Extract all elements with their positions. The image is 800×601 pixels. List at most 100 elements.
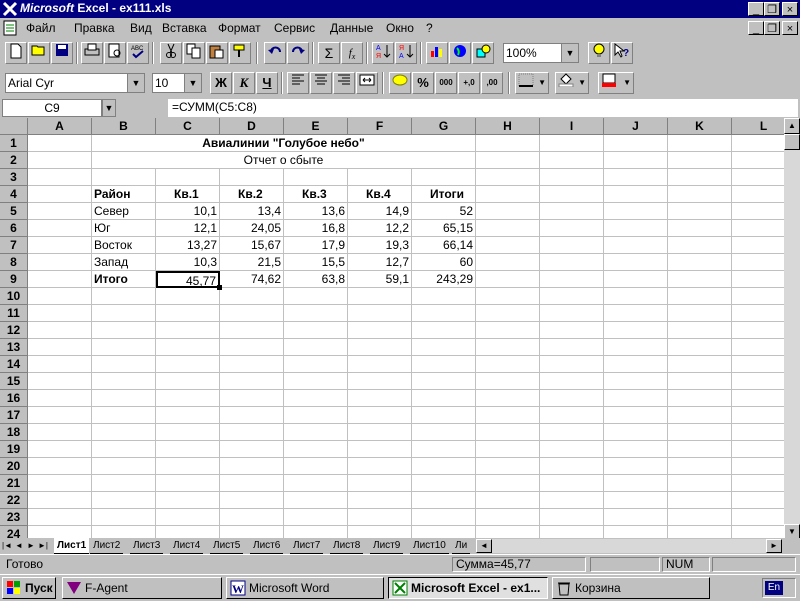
cell-I10[interactable] bbox=[540, 288, 604, 305]
cell-D11[interactable] bbox=[220, 305, 284, 322]
cell-K20[interactable] bbox=[668, 458, 732, 475]
cell-H9[interactable] bbox=[476, 271, 540, 288]
cell-L5[interactable] bbox=[732, 203, 784, 220]
cell-G16[interactable] bbox=[412, 390, 476, 407]
row-header[interactable]: 13 bbox=[0, 339, 28, 356]
menu-insert[interactable]: Вставка bbox=[162, 21, 207, 35]
cell-I13[interactable] bbox=[540, 339, 604, 356]
cell-D3[interactable] bbox=[220, 169, 284, 186]
column-header[interactable]: L bbox=[732, 118, 784, 135]
cell-G19[interactable] bbox=[412, 441, 476, 458]
cut-button[interactable] bbox=[160, 42, 182, 64]
cell-I3[interactable] bbox=[540, 169, 604, 186]
cell-J20[interactable] bbox=[604, 458, 668, 475]
restore-button[interactable]: ❐ bbox=[764, 2, 780, 16]
cell-D19[interactable] bbox=[220, 441, 284, 458]
menu-edit[interactable]: Правка bbox=[74, 21, 115, 35]
sheet-tab[interactable]: Лист8 bbox=[330, 538, 364, 554]
cell-F4[interactable]: Кв.4 bbox=[348, 186, 412, 203]
row-header[interactable]: 2 bbox=[0, 152, 28, 169]
cell-C24[interactable] bbox=[156, 526, 220, 538]
cell-B7[interactable]: Восток bbox=[92, 237, 156, 254]
cell-B4[interactable]: Район bbox=[92, 186, 156, 203]
copy-button[interactable] bbox=[183, 42, 205, 64]
cell-F22[interactable] bbox=[348, 492, 412, 509]
last-sheet-button[interactable]: ►| bbox=[38, 538, 48, 554]
cell-G4[interactable]: Итоги bbox=[412, 186, 476, 203]
cell-K11[interactable] bbox=[668, 305, 732, 322]
zoom-select[interactable]: 100% ▼ bbox=[503, 43, 579, 63]
cell-B14[interactable] bbox=[92, 356, 156, 373]
cell-K7[interactable] bbox=[668, 237, 732, 254]
cell-K18[interactable] bbox=[668, 424, 732, 441]
cell-J10[interactable] bbox=[604, 288, 668, 305]
row-header[interactable]: 5 bbox=[0, 203, 28, 220]
cell-A3[interactable] bbox=[28, 169, 92, 186]
cell-A8[interactable] bbox=[28, 254, 92, 271]
cell-D5[interactable]: 13,4 bbox=[220, 203, 284, 220]
cell-J1[interactable] bbox=[604, 135, 668, 152]
cell-L4[interactable] bbox=[732, 186, 784, 203]
cell-K14[interactable] bbox=[668, 356, 732, 373]
redo-button[interactable] bbox=[287, 42, 309, 64]
cell-D9[interactable]: 74,62 bbox=[220, 271, 284, 288]
cell-F14[interactable] bbox=[348, 356, 412, 373]
cell-B3[interactable] bbox=[92, 169, 156, 186]
cell-K17[interactable] bbox=[668, 407, 732, 424]
cell-H14[interactable] bbox=[476, 356, 540, 373]
cell-H3[interactable] bbox=[476, 169, 540, 186]
cell-F17[interactable] bbox=[348, 407, 412, 424]
cell-D16[interactable] bbox=[220, 390, 284, 407]
currency-button[interactable] bbox=[389, 72, 411, 94]
cell-J24[interactable] bbox=[604, 526, 668, 538]
row-header[interactable]: 18 bbox=[0, 424, 28, 441]
cell-F10[interactable] bbox=[348, 288, 412, 305]
cell-H21[interactable] bbox=[476, 475, 540, 492]
cell-H7[interactable] bbox=[476, 237, 540, 254]
cell-F9[interactable]: 59,1 bbox=[348, 271, 412, 288]
row-header[interactable]: 16 bbox=[0, 390, 28, 407]
cell-H10[interactable] bbox=[476, 288, 540, 305]
cell-H23[interactable] bbox=[476, 509, 540, 526]
cell-A2[interactable] bbox=[28, 152, 92, 169]
chevron-down-icon[interactable]: ▼ bbox=[102, 99, 116, 117]
spelling-button[interactable]: ABC bbox=[127, 42, 149, 64]
cell-K10[interactable] bbox=[668, 288, 732, 305]
column-header[interactable]: J bbox=[604, 118, 668, 135]
autosum-button[interactable]: Σ bbox=[318, 42, 340, 64]
row-header[interactable]: 10 bbox=[0, 288, 28, 305]
cell-H12[interactable] bbox=[476, 322, 540, 339]
cell-K16[interactable] bbox=[668, 390, 732, 407]
cell-A5[interactable] bbox=[28, 203, 92, 220]
row-header[interactable]: 12 bbox=[0, 322, 28, 339]
cell-L12[interactable] bbox=[732, 322, 784, 339]
cell-I12[interactable] bbox=[540, 322, 604, 339]
cell-F7[interactable]: 19,3 bbox=[348, 237, 412, 254]
menu-view[interactable]: Вид bbox=[130, 21, 152, 35]
cell-J7[interactable] bbox=[604, 237, 668, 254]
cell-K15[interactable] bbox=[668, 373, 732, 390]
row-header[interactable]: 23 bbox=[0, 509, 28, 526]
cell-G10[interactable] bbox=[412, 288, 476, 305]
cell-J13[interactable] bbox=[604, 339, 668, 356]
cell-J9[interactable] bbox=[604, 271, 668, 288]
cell-H6[interactable] bbox=[476, 220, 540, 237]
cell-G11[interactable] bbox=[412, 305, 476, 322]
cell-F6[interactable]: 12,2 bbox=[348, 220, 412, 237]
cell-L14[interactable] bbox=[732, 356, 784, 373]
undo-button[interactable] bbox=[264, 42, 286, 64]
cell-I8[interactable] bbox=[540, 254, 604, 271]
cell-I4[interactable] bbox=[540, 186, 604, 203]
cell-D17[interactable] bbox=[220, 407, 284, 424]
cell-B9[interactable]: Итого bbox=[92, 271, 156, 288]
cell-K1[interactable] bbox=[668, 135, 732, 152]
row-header[interactable]: 9 bbox=[0, 271, 28, 288]
cell-H4[interactable] bbox=[476, 186, 540, 203]
cell-L18[interactable] bbox=[732, 424, 784, 441]
menu-help[interactable]: ? bbox=[426, 21, 433, 35]
cell-E21[interactable] bbox=[284, 475, 348, 492]
vertical-scrollbar[interactable]: ▲ ▼ bbox=[784, 118, 800, 540]
cell-B20[interactable] bbox=[92, 458, 156, 475]
cell-B5[interactable]: Север bbox=[92, 203, 156, 220]
cell-L8[interactable] bbox=[732, 254, 784, 271]
